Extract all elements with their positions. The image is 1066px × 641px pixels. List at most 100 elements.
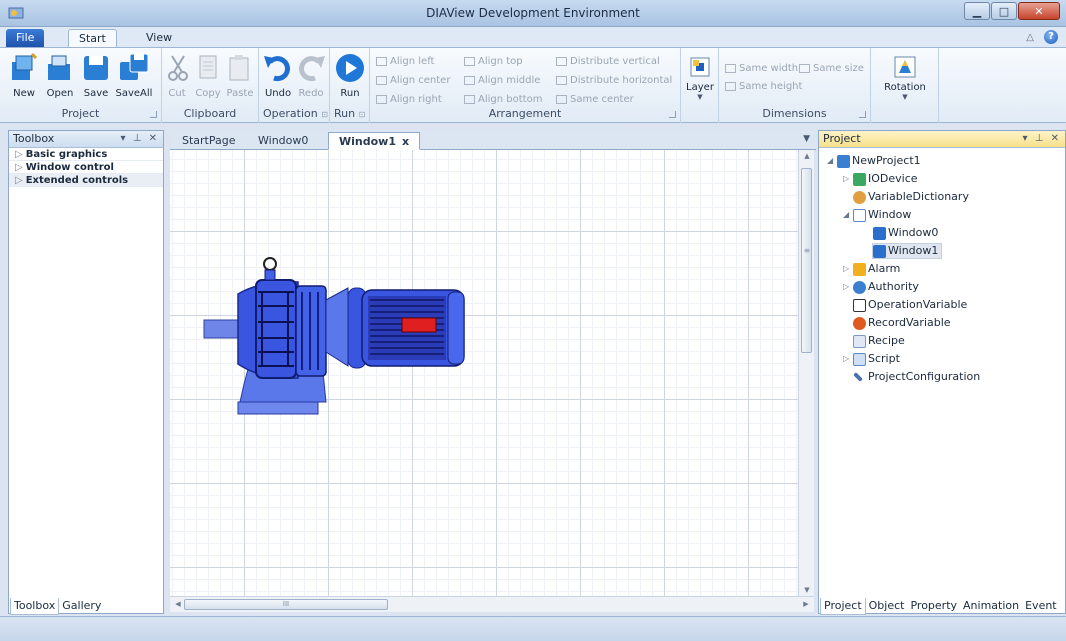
align-left-button[interactable]: Align left <box>376 53 434 70</box>
save-icon <box>84 56 108 80</box>
tab-event[interactable]: Event <box>1022 598 1060 614</box>
vertical-scrollbar[interactable]: ▲ ≡ ▼ <box>798 150 814 596</box>
design-canvas[interactable] <box>170 150 798 596</box>
tree-item-root[interactable]: ◢ NewProject1 <box>827 153 921 169</box>
toolbox-item-window-control[interactable]: ▷ Window control <box>9 161 163 174</box>
project-launcher-icon[interactable] <box>150 111 157 118</box>
tree-item-authority[interactable]: ▷ Authority <box>843 279 919 295</box>
paste-button[interactable]: Paste <box>224 52 256 99</box>
tab-animation[interactable]: Animation <box>960 598 1022 614</box>
motor-shaft <box>203 319 239 339</box>
rotation-button[interactable]: Rotation ▼ <box>879 56 931 101</box>
gear-motor-graphic[interactable] <box>202 252 472 422</box>
iodevice-icon <box>853 172 866 186</box>
group-dimensions-label: Dimensions <box>762 107 827 120</box>
collapsed-arrow-icon[interactable]: ▷ <box>843 279 853 295</box>
tab-toolbox[interactable]: Toolbox <box>10 598 60 615</box>
toolbox-item-extended-controls[interactable]: ▷ Extended controls <box>9 174 163 187</box>
horizontal-scrollbar[interactable]: ◀ III ▶ <box>170 596 814 612</box>
collapsed-arrow-icon[interactable]: ▷ <box>843 171 853 187</box>
toolbox-pin-icon[interactable]: ▾ ⊥ ✕ <box>121 131 159 147</box>
align-top-button[interactable]: Align top <box>464 53 523 70</box>
tab-object[interactable]: Object <box>866 598 908 614</box>
align-right-button[interactable]: Align right <box>376 91 442 108</box>
toolbox-item-basic-graphics[interactable]: ▷ Basic graphics <box>9 148 163 161</box>
align-center-button[interactable]: Align center <box>376 72 450 89</box>
tree-item-window[interactable]: ◢ Window <box>843 207 911 223</box>
saveall-button[interactable]: SaveAll <box>114 52 154 99</box>
same-height-button[interactable]: Same height <box>725 78 802 95</box>
tree-item-recordvariable[interactable]: RecordVariable <box>853 315 951 331</box>
menu-view[interactable]: View <box>136 29 182 47</box>
coupling-cone <box>325 287 349 367</box>
expanded-arrow-icon[interactable]: ◢ <box>843 207 853 223</box>
paste-label: Paste <box>226 88 254 99</box>
tab-window1-label: Window1 <box>339 135 396 148</box>
same-width-button[interactable]: Same width <box>725 60 798 77</box>
scroll-right-icon[interactable]: ▶ <box>798 600 814 608</box>
group-operation-label: Operation ⊡ <box>263 107 328 120</box>
toolbox-panel: Toolbox ▾ ⊥ ✕ ▷ Basic graphics ▷ Window co… <box>8 130 164 614</box>
save-button[interactable]: Save <box>76 52 116 99</box>
vertical-scroll-thumb[interactable] <box>801 168 812 353</box>
project-panel: Project ▾ ⊥ ✕ ◢ NewProject1 ▷ IODevice Var… <box>818 130 1066 614</box>
menu-file[interactable]: File <box>6 29 45 47</box>
scroll-up-icon[interactable]: ▲ <box>799 152 815 160</box>
help-icon[interactable]: ? <box>1044 30 1058 44</box>
tab-project[interactable]: Project <box>820 598 866 615</box>
motor-rear-cover <box>447 291 465 365</box>
distribute-horizontal-button[interactable]: Distribute horizontal <box>556 72 672 89</box>
scroll-down-icon[interactable]: ▼ <box>799 586 815 594</box>
tree-item-iodevice[interactable]: ▷ IODevice <box>843 171 918 187</box>
tree-item-recipe[interactable]: Recipe <box>853 333 905 349</box>
arrangement-launcher-icon[interactable] <box>669 111 676 118</box>
tree-item-window1[interactable]: Window1 <box>872 243 943 259</box>
tree-item-script[interactable]: ▷ Script <box>843 351 900 367</box>
undo-button[interactable]: Undo <box>261 52 295 99</box>
tree-item-projectconfiguration[interactable]: ProjectConfiguration <box>853 369 980 385</box>
tree-item-alarm[interactable]: ▷ Alarm <box>843 261 900 277</box>
run-button[interactable]: Run <box>332 52 368 99</box>
group-clipboard-label: Clipboard <box>183 107 237 120</box>
tab-close-icon[interactable]: x <box>402 135 409 148</box>
open-button[interactable]: Open <box>40 52 80 99</box>
distribute-vertical-button[interactable]: Distribute vertical <box>556 53 660 70</box>
cut-button[interactable]: Cut <box>162 52 192 99</box>
redo-button[interactable]: Redo <box>295 52 327 99</box>
close-button[interactable]: ✕ <box>1018 2 1060 20</box>
group-run-label: Run ⊡ <box>334 107 366 120</box>
tab-gallery[interactable]: Gallery <box>59 598 104 614</box>
window-title: DIAView Development Environment <box>426 6 640 20</box>
project-bottom-tabs: Project Object Property Animation Event <box>820 598 1060 615</box>
horizontal-scroll-thumb[interactable]: III <box>184 599 388 610</box>
align-bottom-button[interactable]: Align bottom <box>464 91 542 108</box>
copy-button[interactable]: Copy <box>192 52 224 99</box>
maximize-button[interactable]: □ <box>991 2 1017 20</box>
same-center-button[interactable]: Same center <box>556 91 634 108</box>
tab-window1[interactable]: Window1 x <box>328 132 421 150</box>
minimize-button[interactable]: ▁ <box>964 2 990 20</box>
tab-startpage[interactable]: StartPage <box>172 132 246 150</box>
layer-button[interactable]: Layer ▼ <box>682 56 718 101</box>
collapsed-arrow-icon[interactable]: ▷ <box>843 261 853 277</box>
tab-window0[interactable]: Window0 <box>248 132 318 150</box>
tree-item-window0[interactable]: Window0 <box>873 225 938 241</box>
ribbon-collapse-icon[interactable]: △ <box>1026 32 1034 43</box>
document-list-icon[interactable]: ▼ <box>803 134 810 144</box>
tree-item-variabledictionary[interactable]: VariableDictionary <box>853 189 969 205</box>
new-button[interactable]: New <box>4 52 44 99</box>
redo-icon <box>299 56 325 82</box>
same-size-button[interactable]: Same size <box>799 60 864 77</box>
menu-start[interactable]: Start <box>68 29 117 47</box>
project-title: Project <box>823 132 861 145</box>
collapsed-arrow-icon[interactable]: ▷ <box>843 351 853 367</box>
align-right-icon <box>376 95 387 104</box>
tree-item-operationvariable[interactable]: OperationVariable <box>853 297 967 313</box>
menu-bar: File Start View △ ? <box>0 27 1066 47</box>
align-middle-button[interactable]: Align middle <box>464 72 540 89</box>
undo-icon <box>264 56 290 82</box>
dimensions-launcher-icon[interactable] <box>859 111 866 118</box>
expanded-arrow-icon[interactable]: ◢ <box>827 153 837 169</box>
tab-property[interactable]: Property <box>907 598 960 614</box>
project-pin-icon[interactable]: ▾ ⊥ ✕ <box>1023 131 1061 147</box>
